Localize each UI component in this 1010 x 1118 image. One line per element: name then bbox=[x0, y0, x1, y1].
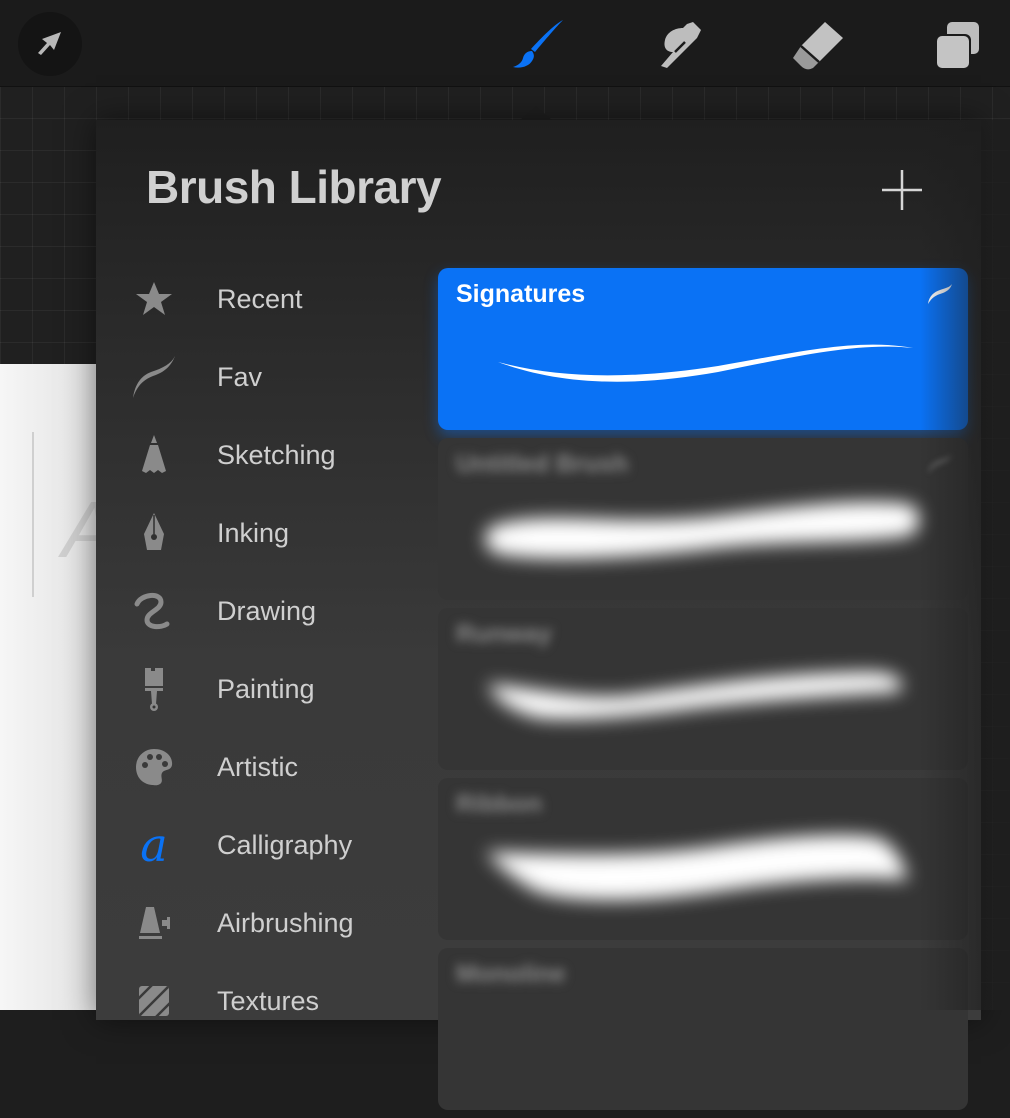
pencil-tip-icon bbox=[142, 435, 166, 473]
layers-tool-button[interactable] bbox=[926, 14, 988, 74]
brush-tool-button[interactable] bbox=[502, 14, 572, 74]
brush-stroke-badge-icon bbox=[928, 284, 952, 304]
paintbrush-icon bbox=[513, 20, 563, 68]
brush-stroke-preview bbox=[488, 671, 902, 720]
set-item-recent[interactable]: Recent bbox=[126, 260, 426, 338]
brush-name: Untitled Brush bbox=[456, 450, 629, 478]
arrow-cursor-icon bbox=[38, 32, 61, 55]
brush-stroke-icon bbox=[133, 356, 175, 398]
canvas-guide-line bbox=[32, 432, 34, 597]
set-label: Calligraphy bbox=[217, 829, 353, 860]
brush-card-ribbon[interactable]: Ribbon bbox=[438, 778, 968, 940]
star-icon bbox=[136, 282, 172, 315]
brush-name: Ribbon bbox=[456, 790, 543, 818]
modify-button[interactable] bbox=[18, 12, 82, 76]
set-label: Recent bbox=[217, 283, 303, 314]
set-item-artistic[interactable]: Artistic bbox=[126, 728, 426, 806]
brush-card-untitled-brush[interactable]: Untitled Brush bbox=[438, 438, 968, 600]
brushes-list: Signatures Untitled Brush Runway Ribbon bbox=[438, 268, 968, 1118]
texture-hatch-icon bbox=[139, 986, 169, 1016]
set-item-drawing[interactable]: Drawing bbox=[126, 572, 426, 650]
set-label: Fav bbox=[217, 361, 263, 392]
set-label: Sketching bbox=[217, 439, 336, 470]
set-label: Airbrushing bbox=[217, 907, 354, 938]
set-item-inking[interactable]: Inking bbox=[126, 494, 426, 572]
brush-card-signatures[interactable]: Signatures bbox=[438, 268, 968, 430]
top-toolbar bbox=[0, 0, 1010, 87]
eraser-icon bbox=[793, 22, 843, 70]
brush-name: Monoline bbox=[456, 960, 566, 988]
panel-title: Brush Library bbox=[146, 161, 442, 213]
layers-icon bbox=[935, 22, 979, 70]
set-label: Artistic bbox=[217, 751, 298, 782]
brush-card-runway[interactable]: Runway bbox=[438, 608, 968, 770]
set-item-airbrushing[interactable]: Airbrushing bbox=[126, 884, 426, 962]
paint-brush-icon bbox=[145, 668, 163, 711]
set-item-textures[interactable]: Textures bbox=[126, 962, 426, 1040]
calligraphy-a-icon: a bbox=[140, 818, 168, 872]
panel-pointer bbox=[520, 106, 552, 120]
set-item-calligraphy[interactable]: a Calligraphy bbox=[126, 806, 426, 884]
airbrush-icon bbox=[139, 907, 170, 939]
set-item-sketching[interactable]: Sketching bbox=[126, 416, 426, 494]
brush-sets-list: Recent Fav Sketching Inking Drawing Pain… bbox=[126, 260, 426, 1040]
eraser-tool-button[interactable] bbox=[786, 14, 848, 74]
brush-name: Runway bbox=[456, 620, 552, 648]
brush-stroke-preview bbox=[486, 835, 908, 901]
brush-library-panel: Brush Library Recent Fav Sketching Inkin… bbox=[96, 120, 981, 1110]
brush-stroke-badge-icon bbox=[928, 454, 952, 474]
canvas-document[interactable]: I A bbox=[0, 364, 100, 1010]
set-item-fav[interactable]: Fav bbox=[126, 338, 426, 416]
squiggle-icon bbox=[134, 593, 170, 630]
set-label: Textures bbox=[217, 985, 320, 1016]
add-brush-button[interactable] bbox=[874, 162, 930, 218]
plus-icon bbox=[882, 170, 922, 210]
brush-stroke-preview bbox=[498, 344, 913, 382]
smudge-finger-icon bbox=[661, 22, 701, 68]
set-label: Drawing bbox=[217, 595, 317, 626]
set-label: Inking bbox=[217, 517, 290, 548]
smudge-tool-button[interactable] bbox=[646, 14, 708, 74]
canvas-glyph-right: A bbox=[62, 484, 100, 576]
brush-name: Signatures bbox=[456, 280, 586, 308]
fountain-pen-icon bbox=[144, 513, 164, 550]
palette-icon bbox=[136, 749, 173, 786]
canvas-glyph-left: I bbox=[0, 474, 3, 559]
set-item-painting[interactable]: Painting bbox=[126, 650, 426, 728]
brush-card-monoline[interactable]: Monoline bbox=[438, 948, 968, 1110]
brush-stroke-preview bbox=[485, 501, 920, 559]
set-label: Painting bbox=[217, 673, 315, 704]
